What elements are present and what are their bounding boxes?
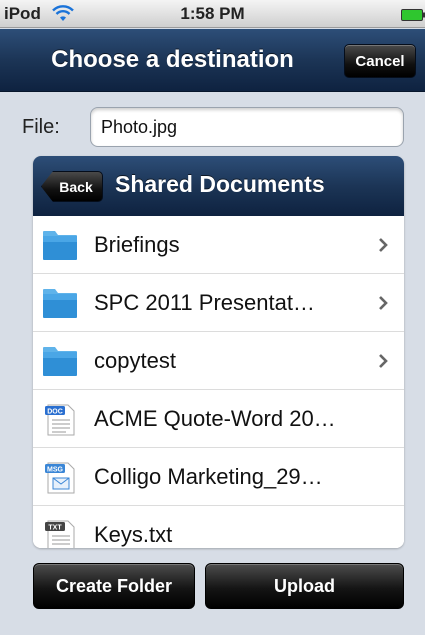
chevron-right-icon: [379, 296, 388, 310]
item-label: SPC 2011 Presentat…: [94, 290, 315, 315]
doc-file-icon: DOC: [45, 404, 75, 436]
status-time: 1:58 PM: [180, 4, 245, 23]
create-folder-button[interactable]: Create Folder: [33, 563, 195, 609]
navigation-bar: Choose a destination Cancel: [0, 29, 425, 92]
chevron-right-icon: [379, 354, 388, 368]
item-label: Briefings: [94, 232, 180, 257]
cancel-button[interactable]: Cancel: [344, 44, 416, 78]
txt-file-icon: TXT: [45, 520, 75, 548]
page-title: Choose a destination: [51, 46, 294, 73]
upload-button[interactable]: Upload: [205, 563, 404, 609]
doc-badge: DOC: [47, 409, 63, 416]
item-label: Colligo Marketing_29…: [94, 464, 323, 489]
list-item[interactable]: SPC 2011 Presentat…: [33, 274, 404, 332]
battery-icon: [401, 9, 425, 21]
folder-icon: [43, 289, 77, 318]
list-item[interactable]: copytest: [33, 332, 404, 390]
list-item[interactable]: DOC ACME Quote-Word 20…: [33, 390, 404, 448]
list-item[interactable]: Briefings: [33, 216, 404, 274]
folder-browser: Back Shared Documents Briefings SPC 2011…: [33, 156, 404, 548]
file-name-input[interactable]: [90, 107, 404, 147]
item-label: ACME Quote-Word 20…: [94, 406, 336, 431]
list-item[interactable]: TXT Keys.txt: [33, 506, 404, 548]
folder-title: Shared Documents: [115, 171, 325, 197]
msg-badge: MSG: [47, 467, 64, 474]
folder-list: Briefings SPC 2011 Presentat… copytest D…: [33, 216, 404, 548]
item-label: Keys.txt: [94, 522, 173, 547]
chevron-right-icon: [379, 238, 388, 252]
folder-icon: [43, 231, 77, 260]
msg-file-icon: MSG: [45, 462, 75, 494]
folder-header: Back Shared Documents: [33, 156, 404, 216]
folder-icon: [43, 347, 77, 376]
file-label: File:: [22, 116, 60, 138]
back-button[interactable]: Back: [41, 171, 103, 202]
item-label: copytest: [94, 348, 176, 373]
status-bar: iPod 1:58 PM: [0, 0, 425, 28]
list-item[interactable]: MSG Colligo Marketing_29…: [33, 448, 404, 506]
txt-badge: TXT: [48, 525, 62, 532]
